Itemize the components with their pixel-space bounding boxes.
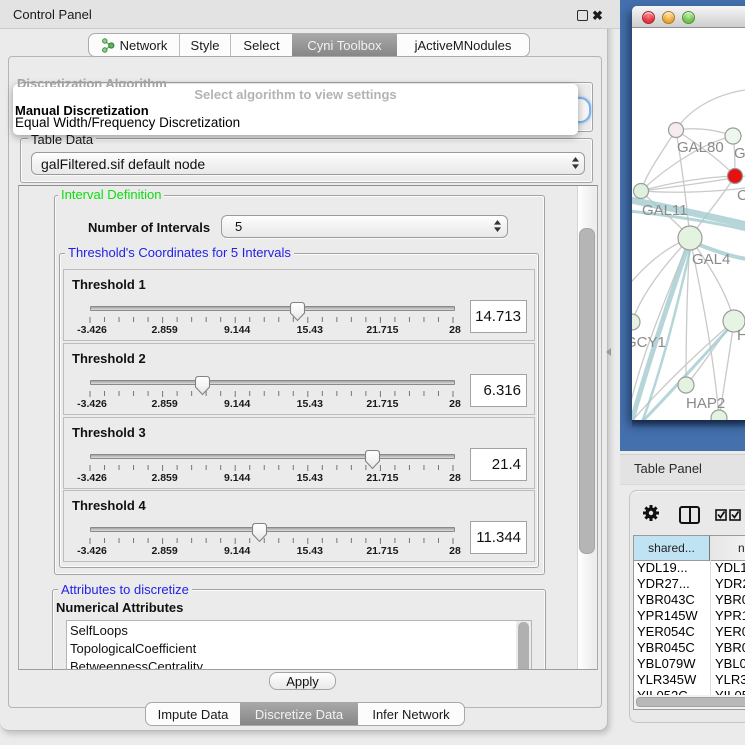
svg-text:H: H [737, 327, 745, 344]
svg-text:GCY1: GCY1 [632, 334, 666, 351]
svg-text:GAL11: GAL11 [642, 202, 688, 219]
svg-text:C: C [737, 187, 745, 204]
svg-text:GAL4: GAL4 [692, 251, 730, 268]
svg-text:HAP2: HAP2 [686, 395, 725, 412]
svg-text:GAL80: GAL80 [677, 139, 724, 156]
svg-text:G: G [734, 145, 745, 162]
